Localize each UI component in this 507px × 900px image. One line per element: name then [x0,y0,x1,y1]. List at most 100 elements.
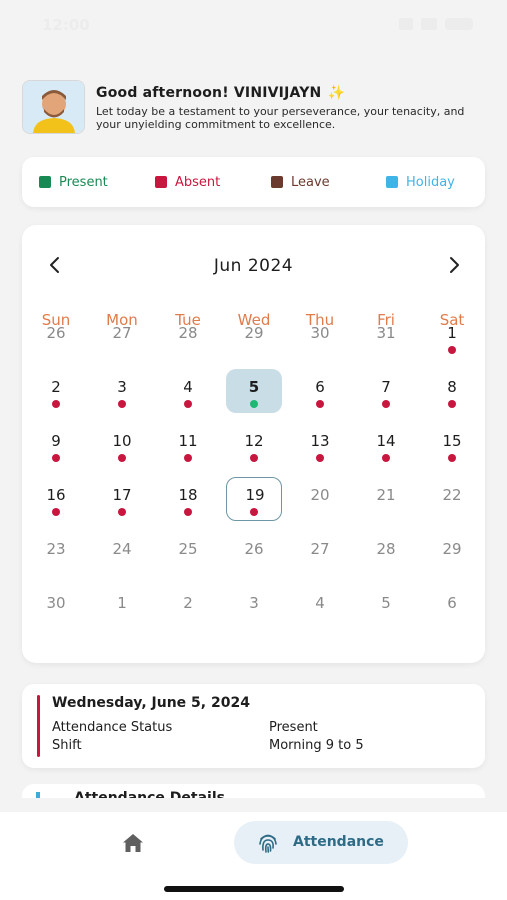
calendar-day[interactable]: 15 [424,423,480,467]
status-bar: 12:00 [0,0,507,52]
shift-value: Morning 9 to 5 [269,738,364,753]
calendar-day[interactable]: 6 [292,369,348,413]
day-number: 24 [112,540,132,558]
calendar-day[interactable]: 29 [226,315,282,359]
calendar-day[interactable]: 31 [358,315,414,359]
status-icons [399,18,479,32]
avatar-illustration [23,81,84,133]
day-number: 2 [51,378,61,396]
calendar-day[interactable]: 10 [94,423,150,467]
calendar-day[interactable]: 18 [160,477,216,521]
day-number: 4 [315,594,325,612]
day-number: 27 [310,540,330,558]
day-number: 8 [447,378,457,396]
calendar-day[interactable]: 27 [292,531,348,575]
day-number: 10 [112,432,132,450]
calendar-day[interactable]: 4 [160,369,216,413]
legend-label-absent: Absent [175,174,221,190]
day-number: 28 [178,324,198,342]
day-number: 11 [178,432,198,450]
day-number: 28 [376,540,396,558]
calendar-day[interactable]: 28 [160,315,216,359]
calendar-day[interactable]: 19 [226,477,282,521]
calendar-day[interactable]: 16 [28,477,84,521]
calendar-day[interactable]: 2 [28,369,84,413]
day-number: 19 [245,486,265,504]
calendar-day[interactable]: 9 [28,423,84,467]
calendar-day[interactable]: 30 [28,585,84,629]
calendar-day[interactable]: 24 [94,531,150,575]
calendar-day[interactable]: 1 [94,585,150,629]
day-number: 23 [46,540,66,558]
day-number: 17 [112,486,132,504]
calendar-day[interactable]: 20 [292,477,348,521]
day-number: 5 [381,594,391,612]
calendar-day[interactable]: 3 [226,585,282,629]
legend-label-leave: Leave [291,174,330,190]
status-dot-absent [316,454,324,462]
status-legend: Present Absent Leave Holiday [22,157,485,207]
legend-present: Present [39,174,108,190]
day-number: 14 [376,432,396,450]
greeting-subtitle: Let today be a testament to your perseve… [96,105,465,131]
status-dot-absent [448,346,456,354]
day-number: 1 [117,594,127,612]
status-dot-absent [52,508,60,516]
day-number: 20 [310,486,330,504]
calendar-day[interactable]: 4 [292,585,348,629]
calendar-day[interactable]: 2 [160,585,216,629]
calendar-day[interactable]: 7 [358,369,414,413]
sparkle-icon: ✨ [327,85,346,101]
day-number: 12 [244,432,264,450]
calendar-day[interactable]: 5 [226,369,282,413]
calendar-day[interactable]: 21 [358,477,414,521]
home-indicator [164,886,344,892]
fingerprint-icon [259,834,277,853]
calendar-day[interactable]: 23 [28,531,84,575]
attendance-tab[interactable]: Attendance [234,821,408,864]
day-number: 15 [442,432,462,450]
greeting-header: Good afternoon! VINIVIJAYN ✨ Let today be… [22,80,492,136]
day-number: 4 [183,378,193,396]
status-dot-absent [249,507,258,516]
calendar-day[interactable]: 17 [94,477,150,521]
calendar-day[interactable]: 13 [292,423,348,467]
day-number: 21 [376,486,396,504]
calendar-day[interactable]: 30 [292,315,348,359]
calendar-day[interactable]: 8 [424,369,480,413]
calendar-day[interactable]: 3 [94,369,150,413]
calendar-day[interactable]: 11 [160,423,216,467]
status-dot-absent [184,508,192,516]
calendar-day[interactable]: 26 [226,531,282,575]
status-dot-absent [382,454,390,462]
calendar-day[interactable]: 12 [226,423,282,467]
day-number: 2 [183,594,193,612]
status-dot-absent [316,400,324,408]
calendar-day[interactable]: 5 [358,585,414,629]
calendar-day[interactable]: 26 [28,315,84,359]
status-dot-absent [448,400,456,408]
day-number: 22 [442,486,462,504]
calendar-day[interactable]: 25 [160,531,216,575]
calendar-day[interactable]: 22 [424,477,480,521]
status-dot-absent [250,454,258,462]
avatar[interactable] [22,80,85,134]
status-dot-absent [52,400,60,408]
home-tab[interactable] [116,826,150,860]
day-number: 6 [447,594,457,612]
calendar: Jun 2024 Sun Mon Tue Wed Thu Fri Sat 26 27 28 29 3… [22,225,485,663]
status-dot-absent [118,508,126,516]
calendar-day[interactable]: 28 [358,531,414,575]
next-month-button[interactable] [442,253,466,277]
section-marker [36,792,40,798]
calendar-day[interactable]: 27 [94,315,150,359]
attendance-tab-label: Attendance [293,834,384,850]
attendance-details-title: Attendance Details [74,790,225,798]
day-number: 9 [51,432,61,450]
calendar-day[interactable]: 1 [424,315,480,359]
day-number: 3 [249,594,259,612]
calendar-day[interactable]: 14 [358,423,414,467]
calendar-day[interactable]: 29 [424,531,480,575]
calendar-day[interactable]: 6 [424,585,480,629]
greeting-title: Good afternoon! VINIVIJAYN ✨ [96,85,345,101]
